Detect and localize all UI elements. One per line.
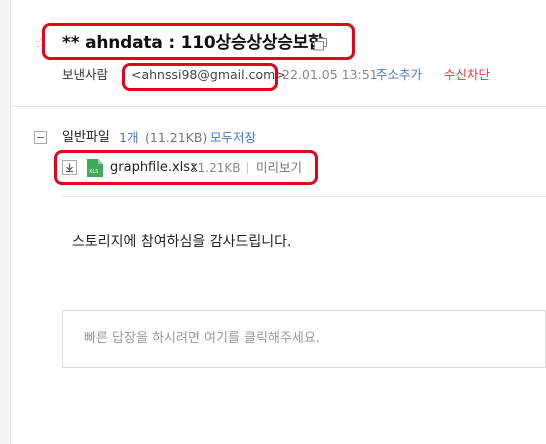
header-divider xyxy=(10,106,546,107)
attachments-count[interactable]: 1개 xyxy=(119,130,138,146)
sender-label: 보낸사람 xyxy=(62,67,109,82)
save-all-button[interactable]: 모두저장 xyxy=(210,130,256,146)
attachments-divider xyxy=(62,196,546,197)
mail-date: 22.01.05 13:51 xyxy=(282,67,378,82)
annotation-box-sender xyxy=(122,63,278,91)
quick-reply-placeholder: 빠른 답장을 하시려면 여기를 클릭해주세요. xyxy=(84,331,320,346)
attachments-label: 일반파일 xyxy=(62,130,110,145)
add-contact-link[interactable]: 주소추가 xyxy=(376,67,422,83)
quick-reply-input[interactable]: 빠른 답장을 하시려면 여기를 클릭해주세요. xyxy=(62,310,546,368)
annotation-box-attachment xyxy=(54,150,318,185)
attachments-total-size: (11.21KB) xyxy=(145,130,208,145)
mail-body-text: 스토리지에 참여하심을 감사드립니다. xyxy=(72,234,292,250)
left-panel-edge xyxy=(0,0,11,444)
collapse-attachments-button[interactable] xyxy=(34,131,47,144)
annotation-box-subject xyxy=(42,23,355,60)
block-sender-link[interactable]: 수신차단 xyxy=(444,67,490,83)
